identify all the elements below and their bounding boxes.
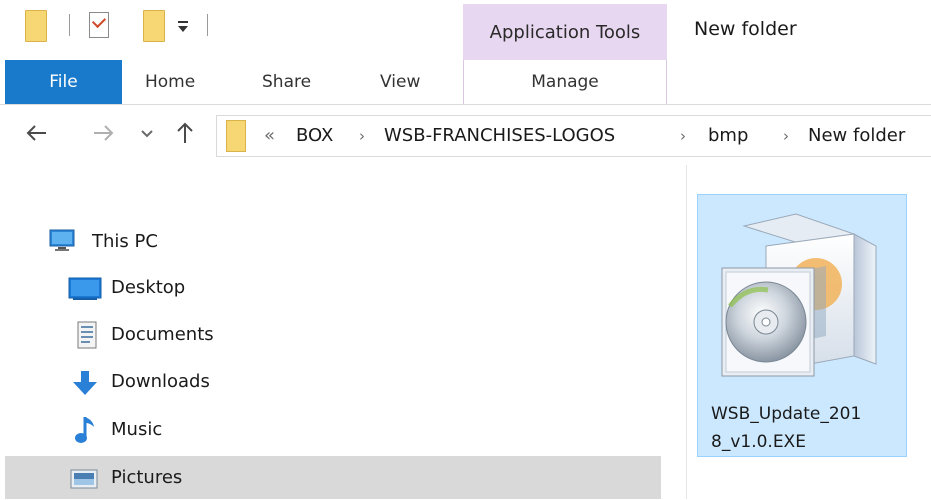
tab-manage[interactable]: Manage [463,60,667,104]
music-note-icon [75,417,94,443]
desktop-icon [68,277,102,300]
quick-access-separator [207,14,208,36]
quick-access-folder-icon[interactable] [25,10,47,42]
nav-item-this-pc[interactable]: This PC [5,220,661,264]
up-arrow-icon [177,122,193,143]
breadcrumb-separator[interactable]: › [783,127,789,145]
tab-manage-label: Manage [531,72,599,92]
breadcrumb-overflow[interactable]: « [264,125,275,146]
pane-divider[interactable] [686,165,687,499]
file-name-line-1: WSB_Update_201 [711,404,862,424]
back-arrow-icon [26,125,46,141]
tab-file-label: File [49,72,78,92]
file-name-label: WSB_Update_201 8_v1.0.EXE [711,400,901,456]
pictures-icon [70,469,98,489]
nav-label-downloads: Downloads [111,371,210,392]
chevron-down-icon [141,130,153,138]
tab-home[interactable]: Home [145,72,195,92]
documents-icon [77,321,97,349]
nav-item-documents[interactable]: Documents [5,313,661,357]
quick-access-separator [69,14,70,36]
customize-dropdown-icon[interactable] [176,18,190,34]
new-folder-icon[interactable] [143,10,165,42]
installer-box-cd-icon[interactable] [716,206,888,386]
nav-item-downloads[interactable]: Downloads [5,360,661,404]
nav-item-pictures[interactable]: Pictures [5,456,661,500]
window-title: New folder [694,18,797,40]
up-button[interactable] [172,120,198,146]
tab-view[interactable]: View [380,72,420,92]
nav-label-documents: Documents [111,324,214,345]
recent-locations-button[interactable] [139,120,155,146]
breadcrumb-new-folder[interactable]: New folder [808,125,905,146]
forward-arrow-icon [94,125,114,141]
breadcrumb-wsb-franchises-logos[interactable]: WSB-FRANCHISES-LOGOS [384,125,615,146]
nav-label-this-pc: This PC [92,231,158,252]
back-button[interactable] [24,120,50,146]
forward-button[interactable] [90,120,116,146]
ribbon-divider [0,104,931,105]
application-tools-label: Application Tools [489,22,641,43]
nav-item-desktop[interactable]: Desktop [5,266,661,310]
tab-file[interactable]: File [5,60,122,104]
nav-label-pictures: Pictures [111,467,183,488]
properties-icon[interactable] [89,12,109,38]
file-name-line-2: 8_v1.0.EXE [711,432,806,452]
breadcrumb-separator[interactable]: › [680,127,686,145]
nav-label-music: Music [111,419,163,440]
nav-item-music[interactable]: Music [5,408,661,452]
address-folder-icon [226,120,246,152]
tab-share[interactable]: Share [262,72,311,92]
breadcrumb-separator[interactable]: › [359,127,365,145]
breadcrumb-bmp[interactable]: bmp [708,125,748,146]
nav-label-desktop: Desktop [111,277,186,298]
monitor-icon [49,229,75,251]
breadcrumb-box[interactable]: BOX [296,125,333,146]
download-arrow-icon [73,371,97,395]
